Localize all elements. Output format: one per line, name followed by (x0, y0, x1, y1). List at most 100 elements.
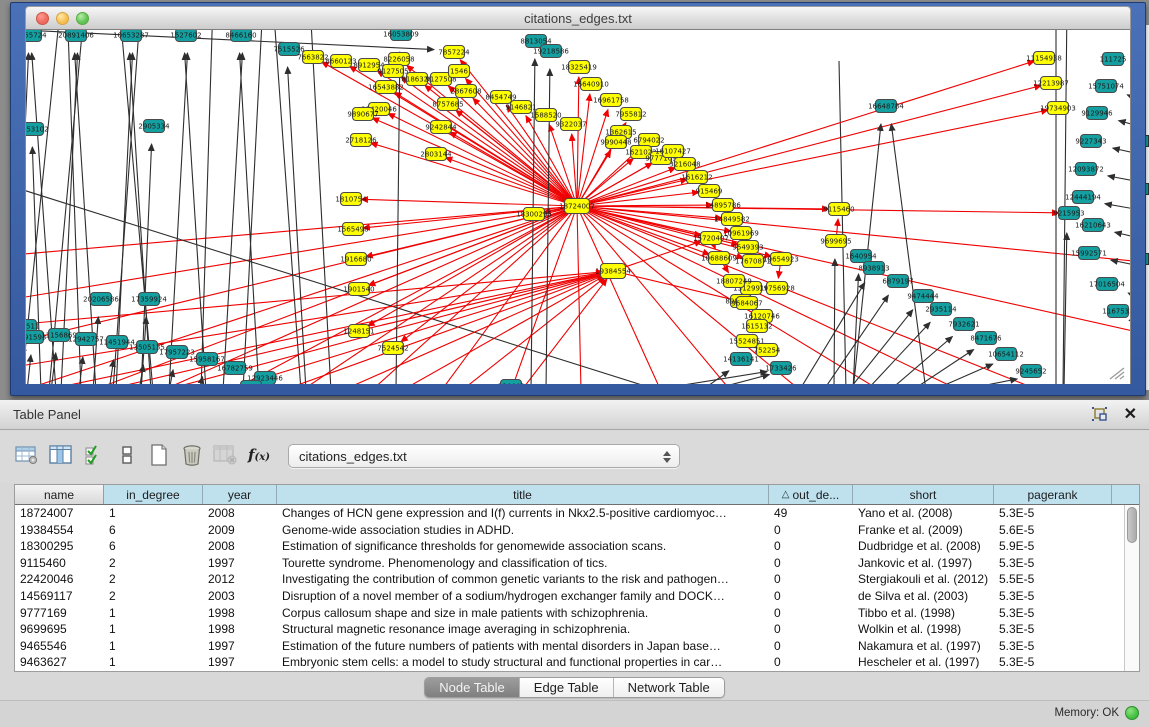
graph-node[interactable]: 12444194 (1065, 191, 1101, 204)
graph-node[interactable]: 10653287 (113, 30, 149, 42)
memory-ok-indicator-icon[interactable] (1125, 706, 1139, 720)
svg-text:1616212: 1616212 (681, 174, 712, 182)
column-header-title[interactable]: title (277, 485, 769, 504)
graph-node[interactable]: 16210643 (1075, 219, 1111, 232)
graph-node[interactable]: 8471676 (970, 332, 1002, 345)
table-panel-title: Table Panel (13, 407, 81, 422)
graph-node[interactable]: 1167533 (1102, 305, 1131, 318)
function-builder-icon[interactable]: f(x) (246, 441, 272, 469)
tab-network-table[interactable]: Network Table (614, 678, 724, 697)
table-scrollbar[interactable] (1124, 505, 1139, 671)
svg-text:2053102: 2053102 (26, 126, 49, 134)
graph-node[interactable]: 9115460 (823, 203, 854, 216)
graph-node[interactable]: 111725 (1100, 53, 1127, 66)
svg-text:1588520: 1588520 (530, 112, 561, 120)
graph-node[interactable]: 12093872 (1068, 163, 1104, 176)
create-table-icon[interactable] (146, 441, 172, 469)
show-columns-icon[interactable] (48, 441, 74, 469)
graph-node[interactable]: 16961758 (593, 94, 629, 107)
graph-node[interactable]: 946362 (238, 381, 265, 385)
network-canvas[interactable]: 2055724208914061065328715276028466160751… (25, 30, 1131, 384)
table-row[interactable]: 911546021997Tourette syndrome. Phenomeno… (15, 555, 1139, 572)
graph-node[interactable]: 16648784 (868, 100, 904, 113)
graph-node[interactable]: 2055724 (26, 30, 47, 42)
column-header-name[interactable]: name (15, 485, 104, 504)
graph-node[interactable]: 9474444 (907, 290, 939, 303)
svg-text:17016504: 17016504 (1089, 281, 1125, 289)
graph-node[interactable]: 1733426 (765, 362, 797, 375)
graph-node[interactable]: 6879197 (882, 275, 913, 288)
graph-node[interactable]: 19384554 (595, 264, 631, 279)
graph-node[interactable]: 2053102 (26, 123, 49, 136)
graph-node[interactable]: 2718126 (345, 134, 377, 147)
column-header-pagerank[interactable]: pagerank (994, 485, 1112, 504)
scrollbar-thumb[interactable] (1127, 507, 1137, 543)
graph-node[interactable]: 8938913 (858, 262, 889, 275)
column-header-year[interactable]: year (203, 485, 277, 504)
graph-node[interactable]: 15751074 (1088, 80, 1124, 93)
tab-node-table[interactable]: Node Table (425, 678, 520, 697)
select-columns-icon[interactable] (82, 441, 108, 469)
graph-node[interactable]: 8660123 (325, 55, 356, 68)
graph-node[interactable]: 7955812 (615, 108, 646, 121)
graph-node[interactable]: 19734903 (1040, 102, 1076, 115)
table-row[interactable]: 1938455462009Genome-wide association stu… (15, 522, 1139, 539)
graph-node[interactable]: 8226058 (383, 53, 414, 66)
graph-node[interactable]: 2867608 (450, 85, 481, 98)
graph-node[interactable]: 14849582 (714, 213, 750, 226)
graph-node[interactable]: 12213987 (1033, 77, 1069, 90)
graph-node[interactable]: 17359924 (131, 293, 167, 306)
graph-node[interactable]: 9699695 (820, 235, 851, 248)
close-panel-icon[interactable]: ✕ (1124, 404, 1137, 424)
graph-node[interactable]: 1546 (449, 65, 470, 78)
graph-node[interactable]: 7857224 (438, 46, 470, 59)
graph-node[interactable]: 7524542 (377, 342, 408, 355)
table-settings-icon[interactable] (14, 441, 40, 469)
table-row[interactable]: 969969511998Structural magnetic resonanc… (15, 621, 1139, 638)
graph-node[interactable]: 20206586 (83, 293, 119, 306)
graph-node[interactable]: 19756928 (759, 282, 795, 295)
graph-node[interactable]: 2905334 (138, 120, 170, 133)
table-row[interactable]: 1456911722003Disruption of a novel membe… (15, 588, 1139, 605)
delete-table-icon[interactable] (212, 441, 238, 469)
column-header-in_degree[interactable]: in_degree (104, 485, 203, 504)
graph-node[interactable]: 9129946 (1081, 107, 1113, 120)
column-header-short[interactable]: short (853, 485, 994, 504)
row-height-icon[interactable] (114, 441, 140, 469)
graph-node[interactable]: 18325419 (561, 61, 597, 74)
graph-node[interactable]: 9227343 (1075, 135, 1106, 148)
graph-node[interactable]: 9245652 (1015, 365, 1046, 378)
graph-node[interactable]: 6794022 (633, 134, 664, 147)
table-row[interactable]: 977716911998Corpus callosum shape and si… (15, 605, 1139, 622)
graph-node[interactable]: 17016504 (1089, 278, 1125, 291)
graph-node[interactable]: 14895786 (705, 199, 741, 212)
graph-node[interactable]: 16053809 (383, 30, 419, 41)
table-row[interactable]: 946362711997Embryonic stem cells: a mode… (15, 654, 1139, 671)
graph-node[interactable]: 7932621 (948, 318, 979, 331)
graph-node[interactable]: 20891406 (58, 30, 94, 42)
table-selector-combobox[interactable]: citations_edges.txt (288, 444, 680, 468)
delete-entries-icon[interactable] (179, 441, 205, 469)
graph-node[interactable]: 10654112 (988, 348, 1024, 361)
resize-grip-icon[interactable] (1108, 366, 1126, 380)
table-row[interactable]: 1872400712008Changes of HCN gene express… (15, 505, 1139, 522)
tab-edge-table[interactable]: Edge Table (520, 678, 614, 697)
graph-node[interactable]: 2935114 (925, 303, 957, 316)
graph-node[interactable]: 1527602 (170, 30, 201, 42)
table-row[interactable]: 2242004622012Investigating the contribut… (15, 571, 1139, 588)
graph-node[interactable]: 1640954 (845, 250, 877, 263)
column-header-out_de[interactable]: △out_de... (769, 485, 853, 504)
graph-node[interactable]: 1810754 (335, 193, 367, 206)
graph-node[interactable]: 915469 (696, 185, 723, 198)
graph-node[interactable]: 104445 (498, 380, 525, 385)
memory-status-label: Memory: OK (1054, 707, 1119, 719)
graph-node[interactable]: 18724007 (559, 199, 595, 214)
table-row[interactable]: 1830029562008Estimation of significance … (15, 538, 1139, 555)
window-title-bar[interactable]: citations_edges.txt (25, 6, 1131, 30)
graph-node[interactable]: 9215953 (1053, 207, 1084, 220)
graph-node[interactable]: 9242844 (425, 121, 457, 134)
float-panel-icon[interactable] (1091, 406, 1109, 424)
svg-text:946362: 946362 (238, 384, 265, 385)
table-row[interactable]: 946554611997Estimation of the future num… (15, 638, 1139, 655)
graph-node[interactable]: 1916680 (340, 253, 371, 266)
